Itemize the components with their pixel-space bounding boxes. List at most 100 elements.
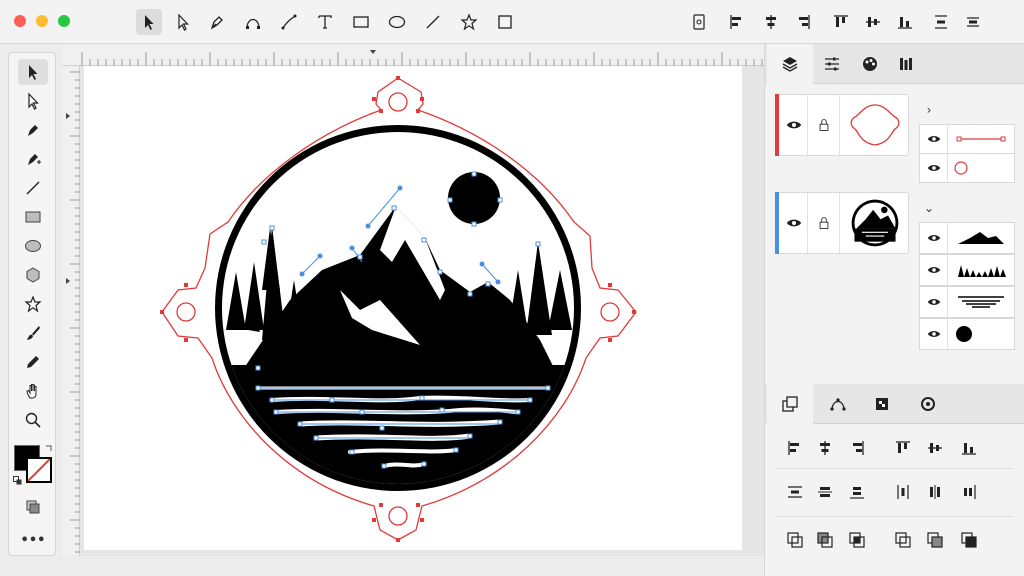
- boolean-exclude-button[interactable]: [891, 528, 915, 552]
- panel-align-top-button[interactable]: [891, 436, 915, 460]
- distribute-bottom-button[interactable]: [845, 480, 869, 504]
- layer-expand-toggle-emblem[interactable]: ⌄: [919, 198, 939, 218]
- canvas-area[interactable]: [80, 66, 764, 556]
- sublayer-circle-path[interactable]: [919, 153, 1015, 183]
- sublayer-visibility-toggle[interactable]: [920, 319, 948, 349]
- layer-row-emblem[interactable]: [775, 192, 909, 254]
- panel-align-right-button[interactable]: [845, 436, 869, 460]
- ellipse-tool-button[interactable]: [384, 9, 410, 35]
- toolbox-brush-button[interactable]: [18, 320, 48, 346]
- align-left-button[interactable]: [724, 9, 750, 35]
- toolbox-hand-button[interactable]: [18, 378, 48, 404]
- line-tool-button[interactable]: [420, 9, 446, 35]
- distribute-horizontal-button[interactable]: [960, 9, 986, 35]
- layer-visibility-toggle[interactable]: [780, 95, 808, 155]
- artwork: [160, 76, 637, 542]
- distribute-right-button[interactable]: [957, 480, 981, 504]
- toolbox-zoom-button[interactable]: [18, 407, 48, 433]
- subtract-icon: [817, 532, 833, 548]
- select-tool-button[interactable]: [136, 9, 162, 35]
- toolbox-polygon-button[interactable]: [18, 262, 48, 288]
- align-top-button[interactable]: [828, 9, 854, 35]
- artboard-button[interactable]: [686, 9, 712, 35]
- direct-select-tool-button[interactable]: [170, 9, 196, 35]
- sublayer-line-path[interactable]: [919, 124, 1015, 154]
- toolbox-pen-add-button[interactable]: [18, 146, 48, 172]
- emblem-group[interactable]: [210, 125, 590, 505]
- trim-icon: [961, 532, 977, 548]
- toolbox-line-button[interactable]: [18, 175, 48, 201]
- align-vcenter-button[interactable]: [860, 9, 886, 35]
- text-tool-button[interactable]: [312, 9, 338, 35]
- zoom-window-button[interactable]: [58, 15, 70, 27]
- artboard[interactable]: [84, 66, 742, 550]
- vertical-ruler[interactable]: [62, 66, 80, 556]
- star-tool-button[interactable]: [456, 9, 482, 35]
- align-bottom-button[interactable]: [892, 9, 918, 35]
- curvature-tool-button[interactable]: [240, 9, 266, 35]
- crop-tool-button[interactable]: [492, 9, 518, 35]
- panel-align-left-button[interactable]: [783, 436, 807, 460]
- toolbox-direct-select-button[interactable]: [18, 88, 48, 114]
- sublayer-thumbnail: [950, 319, 978, 349]
- sublayer-visibility-toggle[interactable]: [920, 287, 948, 317]
- swap-colors-icon[interactable]: [45, 444, 53, 452]
- pencil-curve-tool-button[interactable]: [276, 9, 302, 35]
- sublayer-visibility-toggle[interactable]: [920, 223, 948, 253]
- tab-layers[interactable]: [767, 44, 813, 84]
- toolbox-pen-button[interactable]: [18, 117, 48, 143]
- unite-icon: [787, 532, 803, 548]
- sublayer-visibility-toggle[interactable]: [920, 255, 948, 285]
- distribute-v-icon: [935, 15, 947, 29]
- tab-transform[interactable]: [767, 384, 813, 424]
- boolean-intersect-button[interactable]: [845, 528, 869, 552]
- tab-pathfinder[interactable]: [859, 384, 905, 424]
- pen-tool-button[interactable]: [204, 9, 230, 35]
- default-colors-icon[interactable]: [13, 476, 22, 485]
- toolbox-rectangle-button[interactable]: [18, 204, 48, 230]
- align-hcenter-button[interactable]: [758, 9, 784, 35]
- toolbox-pencil-button[interactable]: [18, 349, 48, 375]
- sublayer-mountains[interactable]: [919, 222, 1015, 254]
- toolbox-ellipse-button[interactable]: [18, 233, 48, 259]
- distribute-left-button[interactable]: [891, 480, 915, 504]
- rectangle-tool-button[interactable]: [348, 9, 374, 35]
- toolbox-draw-mode-button[interactable]: [18, 494, 48, 520]
- panel-divider: [777, 468, 1013, 469]
- sublayer-water[interactable]: [919, 286, 1015, 318]
- close-window-button[interactable]: [14, 15, 26, 27]
- distribute-top-button[interactable]: [783, 480, 807, 504]
- boolean-unite-button[interactable]: [783, 528, 807, 552]
- distribute-vertical-button[interactable]: [928, 9, 954, 35]
- minimize-window-button[interactable]: [36, 15, 48, 27]
- distribute-hcenter-button[interactable]: [923, 480, 947, 504]
- tab-settings[interactable]: [905, 384, 951, 424]
- toolbox-select-button[interactable]: [18, 59, 48, 85]
- layer-lock-toggle[interactable]: [808, 193, 840, 253]
- horizontal-ruler[interactable]: [62, 44, 764, 66]
- sublayer-visibility-toggle[interactable]: [920, 154, 948, 182]
- sublayer-moon[interactable]: [919, 318, 1015, 350]
- layer-lock-toggle[interactable]: [808, 95, 840, 155]
- boolean-divide-button[interactable]: [923, 528, 947, 552]
- distribute-vcenter-button[interactable]: [813, 480, 837, 504]
- boolean-trim-button[interactable]: [957, 528, 981, 552]
- panel-align-bottom-button[interactable]: [957, 436, 981, 460]
- stroke-swatch[interactable]: [26, 457, 52, 483]
- eye-icon: [927, 136, 940, 142]
- layer-visibility-toggle[interactable]: [780, 193, 808, 253]
- align-right-button[interactable]: [790, 9, 816, 35]
- layer-row-frame[interactable]: [775, 94, 909, 156]
- panel-align-vcenter-button[interactable]: [923, 436, 947, 460]
- tab-path[interactable]: [815, 384, 861, 424]
- distribute-bottom-icon: [850, 487, 864, 499]
- boolean-subtract-button[interactable]: [813, 528, 837, 552]
- align-bottom-icon: [962, 443, 976, 455]
- panel-align-hcenter-button[interactable]: [813, 436, 837, 460]
- toolbox-more-button[interactable]: •••: [18, 527, 48, 553]
- layer-expand-toggle-frame[interactable]: ›: [919, 100, 939, 120]
- toolbox-star-button[interactable]: [18, 291, 48, 317]
- sublayer-trees[interactable]: [919, 254, 1015, 286]
- tab-library[interactable]: [883, 44, 929, 84]
- sublayer-visibility-toggle[interactable]: [920, 125, 948, 153]
